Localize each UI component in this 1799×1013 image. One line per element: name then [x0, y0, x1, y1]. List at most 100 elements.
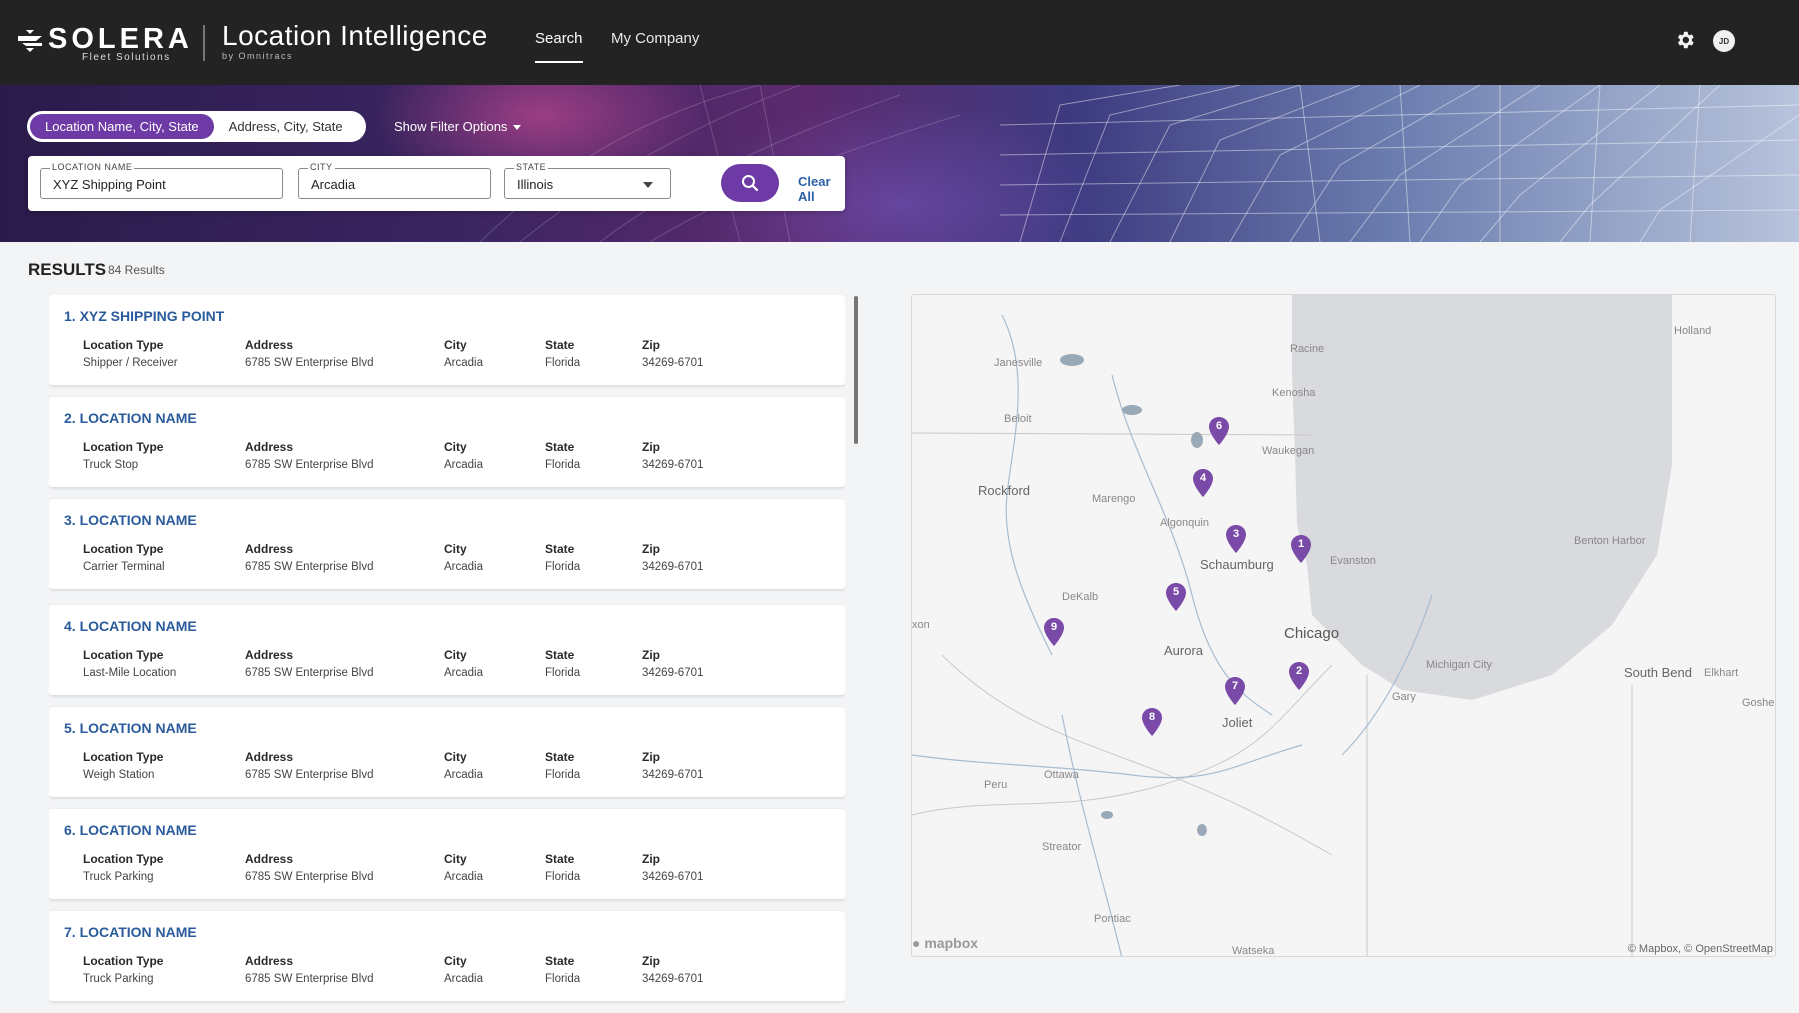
map-attribution[interactable]: © Mapbox, © OpenStreetMap — [1628, 943, 1773, 955]
map-pin[interactable]: 6 — [1209, 417, 1229, 445]
result-title[interactable]: 4. LOCATION NAME — [64, 618, 197, 634]
map-place-goshen: Goshen — [1742, 697, 1775, 709]
map-place-waukegan: Waukegan — [1262, 445, 1315, 457]
map-pin-label: 8 — [1148, 711, 1156, 723]
city-input[interactable]: CITY Arcadia — [298, 162, 491, 199]
show-filter-options-toggle[interactable]: Show Filter Options — [394, 119, 522, 134]
zip-value: 34269-6701 — [642, 561, 704, 573]
city-value: Arcadia — [444, 769, 483, 781]
user-avatar[interactable]: JD — [1713, 30, 1735, 52]
map-place-beloit: Beloit — [1004, 413, 1032, 425]
map-place-joliet: Joliet — [1222, 715, 1253, 730]
city-value: Arcadia — [444, 667, 483, 679]
address-value: 6785 SW Enterprise Blvd — [245, 973, 374, 985]
address-value: 6785 SW Enterprise Blvd — [245, 357, 374, 369]
map-place-algonquin: Algonquin — [1160, 517, 1209, 529]
results-scrollbar[interactable] — [854, 296, 858, 444]
results-map[interactable]: Holland Racine Janesville Kenosha Beloit… — [911, 294, 1776, 957]
map-place-michigan-city: Michigan City — [1426, 659, 1493, 671]
result-title[interactable]: 3. LOCATION NAME — [64, 512, 197, 528]
map-pin[interactable]: 9 — [1044, 618, 1064, 646]
column-label-location-type: Location Type — [83, 338, 164, 352]
map-place-benton-harbor: Benton Harbor — [1574, 535, 1646, 547]
result-card[interactable]: 2. LOCATION NAME Location Type Truck Stop… — [49, 397, 845, 487]
result-card[interactable]: 6. LOCATION NAME Location Type Truck Park… — [49, 809, 845, 899]
mode-address-city-state[interactable]: Address, City, State — [214, 114, 358, 139]
column-label-city: City — [444, 852, 467, 866]
column-label-zip: Zip — [642, 440, 660, 454]
location-name-value: XYZ Shipping Point — [53, 177, 166, 192]
map-place-peru: Peru — [984, 779, 1008, 791]
city-label: CITY — [308, 162, 335, 172]
address-value: 6785 SW Enterprise Blvd — [245, 667, 374, 679]
map-place-marengo: Marengo — [1092, 493, 1136, 505]
gear-icon[interactable] — [1674, 29, 1696, 51]
map-place-janesville: Janesville — [994, 357, 1043, 369]
zip-value: 34269-6701 — [642, 357, 704, 369]
result-card[interactable]: 3. LOCATION NAME Location Type Carrier Te… — [49, 499, 845, 589]
map-place-streator: Streator — [1042, 841, 1082, 853]
column-label-address: Address — [245, 852, 294, 866]
map-pin[interactable]: 8 — [1142, 708, 1162, 736]
column-label-location-type: Location Type — [83, 542, 164, 556]
map-place-kenosha: Kenosha — [1272, 387, 1316, 399]
map-place-evanston: Evanston — [1330, 555, 1376, 567]
location-type-value: Weigh Station — [83, 769, 155, 781]
column-label-address: Address — [245, 648, 294, 662]
product-name: Location Intelligence by Omnitracs — [222, 20, 488, 61]
brand-name: SOLERA — [48, 23, 193, 55]
nav-tab-my-company[interactable]: My Company — [611, 30, 699, 47]
solera-logo[interactable]: SOLERA Fleet Solutions — [16, 24, 193, 63]
column-label-zip: Zip — [642, 954, 660, 968]
result-title[interactable]: 2. LOCATION NAME — [64, 410, 197, 426]
nav-tab-search[interactable]: Search — [535, 30, 583, 63]
map-pin-label: 4 — [1199, 472, 1207, 484]
results-list: 1. XYZ SHIPPING POINT Location Type Shipp… — [49, 295, 845, 1013]
column-label-city: City — [444, 338, 467, 352]
map-pin[interactable]: 3 — [1226, 525, 1246, 553]
product-subtitle: by Omnitracs — [222, 51, 294, 61]
map-pin[interactable]: 1 — [1291, 535, 1311, 563]
state-value: Florida — [545, 973, 581, 985]
map-place-south-bend: South Bend — [1624, 665, 1692, 680]
map-pin[interactable]: 4 — [1193, 469, 1213, 497]
state-value: Florida — [545, 871, 581, 883]
address-value: 6785 SW Enterprise Blvd — [245, 459, 374, 471]
map-pin-label: 6 — [1215, 420, 1223, 432]
map-place-dixon: xon — [912, 619, 930, 631]
column-label-state: State — [545, 440, 575, 454]
location-name-input[interactable]: LOCATION NAME XYZ Shipping Point — [40, 162, 283, 199]
map-pin[interactable]: 7 — [1225, 677, 1245, 705]
clear-all-button[interactable]: Clear All — [798, 174, 845, 204]
column-label-location-type: Location Type — [83, 954, 164, 968]
result-title[interactable]: 1. XYZ SHIPPING POINT — [64, 308, 224, 324]
column-label-state: State — [545, 954, 575, 968]
result-card[interactable]: 7. LOCATION NAME Location Type Truck Park… — [49, 911, 845, 1001]
location-type-value: Shipper / Receiver — [83, 357, 178, 369]
column-label-location-type: Location Type — [83, 852, 164, 866]
column-label-zip: Zip — [642, 852, 660, 866]
result-card[interactable]: 5. LOCATION NAME Location Type Weigh Stat… — [49, 707, 845, 797]
mapbox-logo[interactable]: ● mapbox — [912, 935, 978, 951]
state-select[interactable]: STATE Illinois — [504, 162, 671, 199]
map-pin[interactable]: 5 — [1166, 583, 1186, 611]
caret-down-icon — [513, 125, 522, 131]
map-place-watseka: Watseka — [1232, 945, 1275, 957]
mode-location-name-city-state[interactable]: Location Name, City, State — [30, 114, 214, 139]
result-card[interactable]: 4. LOCATION NAME Location Type Last-Mile … — [49, 605, 845, 695]
result-title[interactable]: 6. LOCATION NAME — [64, 822, 197, 838]
result-title[interactable]: 7. LOCATION NAME — [64, 924, 197, 940]
map-place-dekalb: DeKalb — [1062, 591, 1099, 603]
location-type-value: Last-Mile Location — [83, 667, 177, 679]
city-value: Arcadia — [444, 357, 483, 369]
result-card[interactable]: 1. XYZ SHIPPING POINT Location Type Shipp… — [49, 295, 845, 385]
map-place-gary: Gary — [1392, 691, 1416, 703]
map-place-ottawa: Ottawa — [1044, 769, 1079, 781]
search-button[interactable] — [721, 164, 779, 202]
map-place-racine: Racine — [1290, 343, 1325, 355]
zip-value: 34269-6701 — [642, 459, 704, 471]
result-title[interactable]: 5. LOCATION NAME — [64, 720, 197, 736]
map-pin[interactable]: 2 — [1289, 662, 1309, 690]
column-label-city: City — [444, 440, 467, 454]
map-place-elkhart: Elkhart — [1704, 667, 1739, 679]
